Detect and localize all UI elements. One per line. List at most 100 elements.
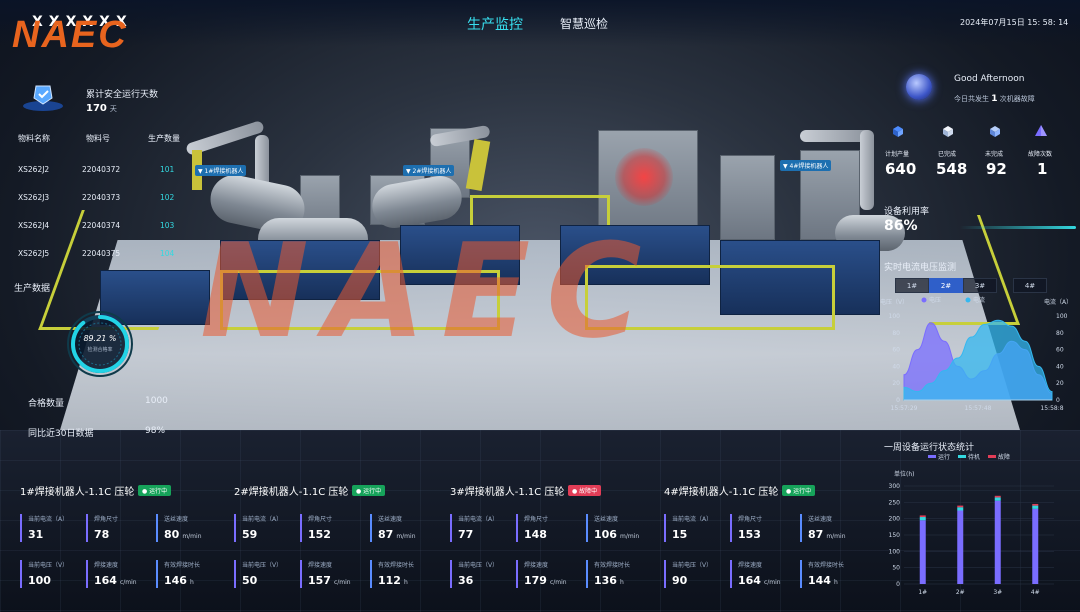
y-axis-label-left: 电压（V） (880, 298, 908, 306)
robot-metric: 焊接速度 179 c/min (516, 560, 567, 588)
material-name: XS262J2 (18, 165, 50, 174)
y-tick-label: 200 (889, 516, 901, 523)
robot-title: 4#焊接机器人-1.1C 压轮 (664, 487, 779, 498)
metric-unit: m/min (619, 533, 640, 540)
warning-icon (1035, 125, 1047, 136)
y-tick-label: 0 (1056, 397, 1060, 404)
bar-segment (994, 495, 1001, 498)
tab-smart-inspection[interactable]: 智慧巡检 (560, 15, 608, 32)
metric-unit: m/min (182, 533, 202, 540)
metric-label: 送丝速度 (808, 516, 833, 523)
qualified-count-value: 1000 (145, 396, 168, 406)
metric-label: 当前电压（V） (672, 562, 713, 569)
metric-value: 80 (164, 528, 180, 541)
tab-production-monitor[interactable]: 生产监控 (467, 14, 523, 34)
robot-metric: 当前电压（V） 36 (450, 560, 498, 588)
legend-swatch (965, 297, 971, 303)
kpi-label: 未完成 (985, 151, 1004, 158)
bar-segment (994, 500, 1001, 584)
metric-label: 当前电流（A） (672, 516, 713, 523)
legend-label: 运行 (938, 453, 950, 461)
tab-robot-3[interactable]: 3# (963, 278, 997, 293)
tab-robot-4[interactable]: 4# (1013, 278, 1047, 293)
robot-metric: 送丝速度 87 m/min (370, 514, 416, 542)
utilization-title: 设备利用率 (884, 207, 930, 217)
metric-value: 164 (738, 574, 761, 587)
y-tick-label: 0 (896, 581, 900, 588)
robot-metric: 焊角尺寸 78 (86, 514, 118, 542)
yoy-30day-label: 同比近30日数据 (28, 429, 94, 439)
metric-value: 78 (94, 528, 110, 541)
robot-metric: 焊角尺寸 148 (516, 514, 548, 542)
material-code: 22040372 (82, 165, 121, 174)
robot-title: 3#焊接机器人-1.1C 压轮 (450, 487, 565, 498)
metric-value: 179 (524, 574, 547, 587)
metric-label: 焊角尺寸 (524, 516, 549, 523)
metric-value: 152 (308, 528, 331, 541)
material-name: XS262J4 (18, 221, 50, 230)
production-data-title: 生产数据 (14, 284, 51, 294)
robot-metric: 送丝速度 80 m/min (156, 514, 202, 542)
y-tick-label: 60 (892, 347, 900, 354)
metric-label: 送丝速度 (378, 516, 403, 523)
metric-label: 当前电流（A） (242, 516, 283, 523)
tab-robot-1[interactable]: 1# (895, 278, 929, 293)
qualified-count-label: 合格数量 (28, 399, 65, 409)
robot-metric: 送丝速度 87 m/min (800, 514, 846, 542)
status-badge: ● 运行中 (352, 485, 386, 496)
bar-segment (1032, 503, 1039, 506)
robot-tag[interactable]: ▼ 1#焊接机器人 (195, 165, 247, 176)
robot-tag[interactable]: ▼ 2#焊接机器人 (403, 165, 455, 176)
material-table-header: 生产数量 (148, 134, 180, 143)
status-badge: ● 运行中 (138, 485, 172, 496)
status-badge: ● 故障中 (568, 485, 602, 496)
metric-unit: c/min (763, 579, 781, 586)
material-qty: 101 (160, 165, 175, 174)
y-tick-label: 0 (896, 397, 900, 404)
robot-metric: 有效焊接时长 112 h (370, 560, 414, 588)
metric-value: 59 (242, 528, 258, 541)
metric-value: 36 (458, 574, 474, 587)
robot-tag[interactable]: ▼ 4#焊接机器人 (780, 160, 832, 171)
y-tick-label: 50 (892, 565, 900, 572)
metric-label: 焊角尺寸 (308, 516, 333, 523)
metric-label: 焊角尺寸 (738, 516, 763, 523)
y-tick-label: 60 (1056, 347, 1064, 354)
pass-rate-value: 89.21 % (83, 334, 117, 343)
legend-label: 故障 (998, 453, 1010, 461)
metric-unit: c/min (119, 579, 137, 586)
y-tick-label: 80 (1056, 330, 1064, 337)
metric-value: 146 (164, 574, 187, 587)
metric-value: 15 (672, 528, 688, 541)
robot-metric: 有效焊接时长 146 h (156, 560, 200, 588)
material-code: 22040375 (82, 249, 121, 258)
robot-metric: 焊角尺寸 152 (300, 514, 332, 542)
x-tick-label: 4# (1031, 589, 1040, 596)
metric-value: 148 (524, 528, 547, 541)
fault-alarm-glow[interactable] (615, 148, 673, 206)
metric-value: 157 (308, 574, 331, 587)
robot-metric: 当前电压（V） 50 (234, 560, 282, 588)
metric-unit: h (619, 579, 624, 586)
box-icon (893, 126, 903, 137)
robot-metric: 当前电压（V） 90 (664, 560, 712, 588)
metric-value: 136 (594, 574, 617, 587)
robot-metric: 焊角尺寸 153 (730, 514, 762, 542)
safe-days-label: 累计安全运行天数 (86, 90, 159, 100)
robot-arm (860, 130, 874, 210)
greeting: Good Afternoon (954, 74, 1025, 84)
metric-unit: h (189, 579, 194, 586)
x-tick-label: 2# (956, 589, 965, 596)
y-tick-label: 250 (889, 499, 901, 506)
metric-value: 112 (378, 574, 401, 587)
cube-icon (943, 126, 953, 137)
tab-robot-2[interactable]: 2# (929, 278, 963, 293)
material-qty: 104 (160, 249, 175, 258)
metric-unit: h (403, 579, 408, 586)
watermark: NAEC (200, 215, 658, 367)
metric-value: 106 (594, 528, 617, 541)
y-tick-label: 100 (1056, 313, 1068, 320)
metric-value: 153 (738, 528, 761, 541)
robot-metric: 当前电流（A） 77 (450, 514, 498, 542)
metric-value: 164 (94, 574, 117, 587)
